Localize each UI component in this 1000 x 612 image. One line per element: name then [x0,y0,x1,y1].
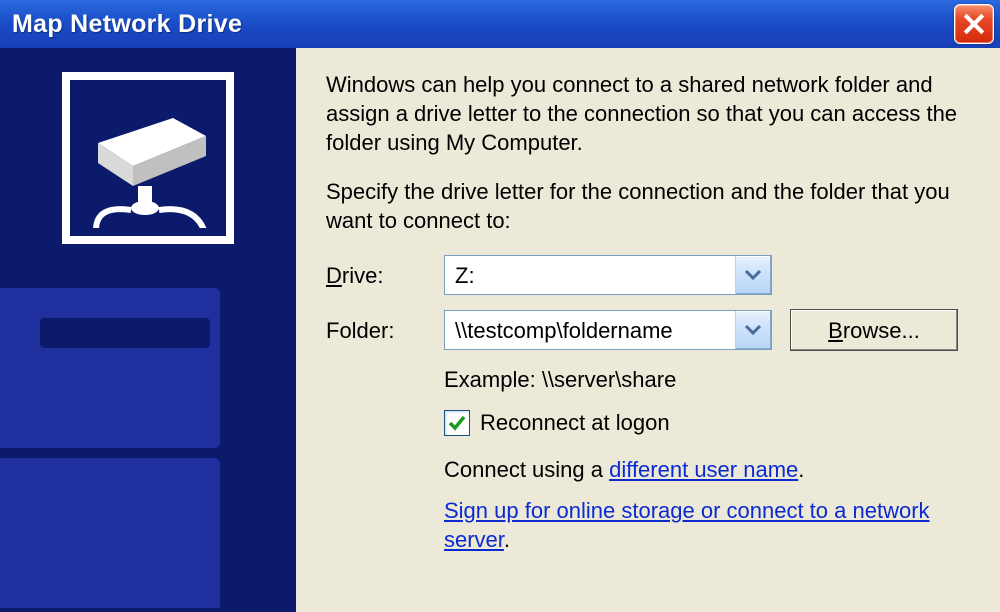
check-icon [447,413,467,433]
online-storage-link[interactable]: Sign up for online storage or connect to… [444,498,930,552]
folder-value: \\testcomp\foldername [445,316,735,345]
browse-button[interactable]: Browse... [790,309,958,351]
different-user-link[interactable]: different user name [609,457,798,482]
reconnect-checkbox[interactable] [444,410,470,436]
folder-combo[interactable]: \\testcomp\foldername [444,310,772,350]
folder-dropdown-button[interactable] [735,311,771,349]
reconnect-label[interactable]: Reconnect at logon [480,408,670,437]
dialog-body: Windows can help you connect to a shared… [0,48,1000,612]
intro-paragraph-2: Specify the drive letter for the connect… [326,177,970,235]
reconnect-row: Reconnect at logon [444,408,970,437]
close-icon [963,13,985,35]
window-title: Map Network Drive [12,10,954,39]
drive-value: Z: [445,261,735,290]
after-form-area: Example: \\server\share Reconnect at log… [444,365,970,554]
title-bar[interactable]: Map Network Drive [0,0,1000,48]
network-drive-icon [78,88,218,228]
signup-line: Sign up for online storage or connect to… [444,496,964,554]
dialog-content: Windows can help you connect to a shared… [296,48,1000,612]
intro-paragraph-1: Windows can help you connect to a shared… [326,70,970,157]
map-network-drive-window: Map Network Drive [0,0,1000,612]
folder-label: Folder: [326,316,444,345]
folder-row: Folder: \\testcomp\foldername Browse... [326,309,970,351]
drive-label: Drive: [326,261,444,290]
chevron-down-icon [744,269,762,281]
wizard-sidebar [0,48,296,612]
chevron-down-icon [744,324,762,336]
drive-dropdown-button[interactable] [735,256,771,294]
drive-row: Drive: Z: [326,255,970,295]
close-button[interactable] [954,4,994,44]
wizard-icon-frame [62,72,234,244]
example-text: Example: \\server\share [444,365,970,394]
connect-line: Connect using a different user name. [444,455,970,484]
drive-combo[interactable]: Z: [444,255,772,295]
